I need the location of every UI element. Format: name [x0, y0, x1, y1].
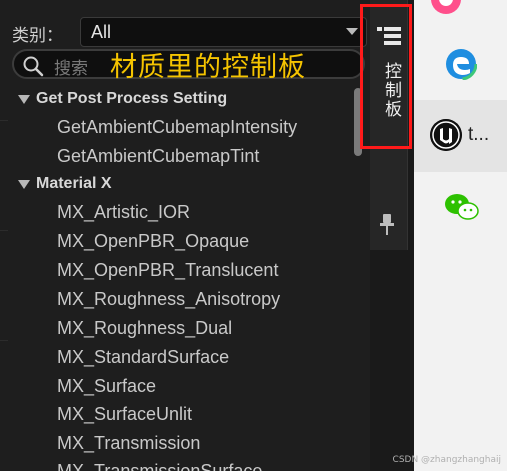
- category-select-value: All: [91, 22, 112, 42]
- tree-item[interactable]: MX_SurfaceUnlit: [57, 401, 192, 427]
- tree-item[interactable]: GetAmbientCubemapTint: [57, 143, 259, 169]
- tree-item[interactable]: MX_Roughness_Dual: [57, 315, 232, 341]
- taskbar-item-label: t...: [468, 124, 490, 145]
- search-placeholder: 搜索: [54, 59, 88, 78]
- tree-category-material-x[interactable]: Material X: [18, 171, 112, 197]
- category-label: 类别：: [12, 26, 63, 45]
- annotation-highlight-box: [360, 4, 412, 149]
- tree-item[interactable]: MX_Surface: [57, 373, 156, 399]
- wechat-icon[interactable]: [444, 192, 480, 222]
- caret-down-icon: [18, 94, 30, 104]
- tree-item[interactable]: MX_StandardSurface: [57, 344, 229, 370]
- tree-item[interactable]: MX_Artistic_IOR: [57, 199, 190, 225]
- tree-item[interactable]: MX_Transmission: [57, 430, 200, 456]
- watermark: CSDN @zhangzhanghaij: [392, 455, 501, 465]
- tree-category-get-post-process-setting[interactable]: Get Post Process Setting: [18, 86, 227, 112]
- unreal-icon: [430, 119, 462, 151]
- search-icon: [23, 56, 44, 77]
- pin-icon[interactable]: [380, 214, 394, 236]
- chevron-down-icon: [346, 28, 358, 35]
- edge-icon[interactable]: [445, 48, 477, 80]
- tree-category-label: Material X: [36, 175, 112, 192]
- annotation-title: 材质里的控制板: [110, 52, 306, 82]
- tree-item[interactable]: MX_TransmissionSurface: [57, 458, 262, 471]
- caret-down-icon: [18, 179, 30, 189]
- tree-category-label: Get Post Process Setting: [36, 90, 228, 107]
- tree-item[interactable]: GetAmbientCubemapIntensity: [57, 114, 297, 140]
- category-select[interactable]: All: [80, 17, 367, 47]
- tree-item[interactable]: MX_Roughness_Anisotropy: [57, 286, 280, 312]
- node-tree[interactable]: Get Post Process Setting GetAmbientCubem…: [0, 86, 352, 471]
- tree-item[interactable]: MX_OpenPBR_Opaque: [57, 228, 249, 254]
- tree-item[interactable]: MX_OpenPBR_Translucent: [57, 257, 278, 283]
